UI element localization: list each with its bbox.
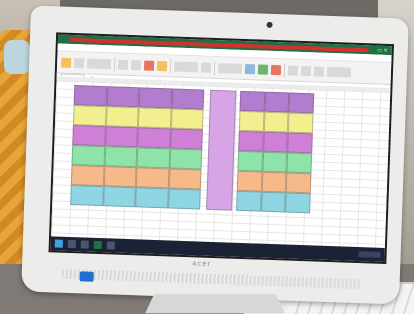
- timetable-cell[interactable]: [106, 86, 140, 108]
- timetable-cell[interactable]: [168, 168, 202, 190]
- webcam: [266, 21, 273, 28]
- timetable-cell[interactable]: [288, 112, 314, 134]
- wrap-text-icon[interactable]: [200, 61, 212, 73]
- file-explorer-icon[interactable]: [80, 240, 89, 249]
- conditional-format-icon[interactable]: [244, 63, 256, 74]
- screen: ▭ ✕: [48, 32, 394, 265]
- timetable-cell[interactable]: [238, 110, 265, 132]
- paste-icon[interactable]: [60, 57, 72, 68]
- windows-sticker: [79, 271, 94, 282]
- timetable-cell[interactable]: [135, 167, 170, 189]
- timetable-cell[interactable]: [236, 170, 263, 192]
- monitor-stand: [145, 294, 285, 314]
- timetable-cell[interactable]: [238, 130, 264, 152]
- timetable-cell[interactable]: [261, 171, 287, 193]
- timetable-cell[interactable]: [288, 92, 315, 114]
- timetable-cell[interactable]: [72, 125, 106, 147]
- timetable-cell[interactable]: [137, 127, 171, 149]
- timetable-cell[interactable]: [239, 90, 265, 112]
- all-in-one-monitor: ▭ ✕ acer: [21, 5, 409, 305]
- timetable-cell[interactable]: [169, 128, 203, 150]
- timetable-cell[interactable]: [105, 106, 139, 128]
- browser-icon[interactable]: [106, 241, 115, 250]
- merged-center-column[interactable]: [206, 89, 237, 211]
- timetable-cell[interactable]: [104, 146, 138, 168]
- delete-icon[interactable]: [300, 65, 312, 76]
- timetable-cell[interactable]: [135, 187, 169, 209]
- timetable-cell[interactable]: [137, 107, 172, 129]
- timetable-cell[interactable]: [262, 131, 289, 153]
- start-button-icon[interactable]: [54, 239, 63, 248]
- timetable-cell[interactable]: [136, 147, 170, 169]
- timetable-cell[interactable]: [285, 192, 311, 214]
- bold-icon[interactable]: [117, 59, 129, 70]
- format-table-icon[interactable]: [257, 63, 269, 75]
- italic-icon[interactable]: [130, 59, 142, 70]
- timetable-cell[interactable]: [236, 190, 262, 212]
- face-mask: [4, 40, 30, 74]
- cut-icon[interactable]: [73, 57, 85, 68]
- ribbon-divider: [169, 58, 172, 73]
- alignment-group[interactable]: [173, 61, 199, 72]
- timetable-cell[interactable]: [286, 172, 312, 194]
- timetable-cell[interactable]: [237, 150, 263, 172]
- fill-color-icon[interactable]: [156, 60, 168, 71]
- ribbon-divider: [113, 56, 116, 71]
- font-color-icon[interactable]: [143, 59, 155, 71]
- search-icon[interactable]: [67, 239, 76, 249]
- photo-scene: ▭ ✕ acer: [0, 0, 414, 314]
- system-tray: [358, 251, 381, 258]
- timetable-cell[interactable]: [169, 148, 203, 170]
- timetable-cell[interactable]: [71, 145, 105, 167]
- editing-group[interactable]: [326, 66, 352, 78]
- format-icon[interactable]: [313, 65, 325, 77]
- timetable-cell[interactable]: [73, 85, 107, 107]
- insert-icon[interactable]: [287, 64, 299, 76]
- timetable-cell[interactable]: [260, 191, 287, 213]
- font-select[interactable]: [86, 57, 112, 69]
- timetable-cell[interactable]: [167, 188, 201, 210]
- timetable-cell[interactable]: [138, 87, 172, 109]
- timetable-cell[interactable]: [287, 132, 313, 154]
- timetable-cell[interactable]: [171, 88, 205, 110]
- timetable-block[interactable]: [70, 85, 315, 225]
- ribbon-divider: [213, 60, 216, 75]
- timetable-cell[interactable]: [70, 165, 105, 187]
- timetable-cell[interactable]: [286, 152, 313, 174]
- cell-styles-icon[interactable]: [270, 64, 282, 75]
- speaker-grille: [61, 268, 362, 290]
- timetable-cell[interactable]: [72, 105, 107, 127]
- timetable-cell[interactable]: [103, 166, 137, 188]
- timetable-cell[interactable]: [262, 151, 288, 173]
- timetable-cell[interactable]: [104, 126, 138, 148]
- timetable-cell[interactable]: [170, 108, 204, 130]
- monitor-brand-logo: acer: [192, 259, 212, 268]
- excel-taskbar-icon[interactable]: [93, 240, 102, 250]
- ribbon-divider: [283, 62, 286, 77]
- timetable-cell[interactable]: [70, 184, 104, 207]
- timetable-cell[interactable]: [102, 186, 136, 208]
- window-controls[interactable]: ▭ ✕: [377, 47, 388, 53]
- timetable-cell[interactable]: [264, 91, 290, 113]
- timetable-cell[interactable]: [263, 111, 289, 133]
- number-format-select[interactable]: [217, 62, 243, 74]
